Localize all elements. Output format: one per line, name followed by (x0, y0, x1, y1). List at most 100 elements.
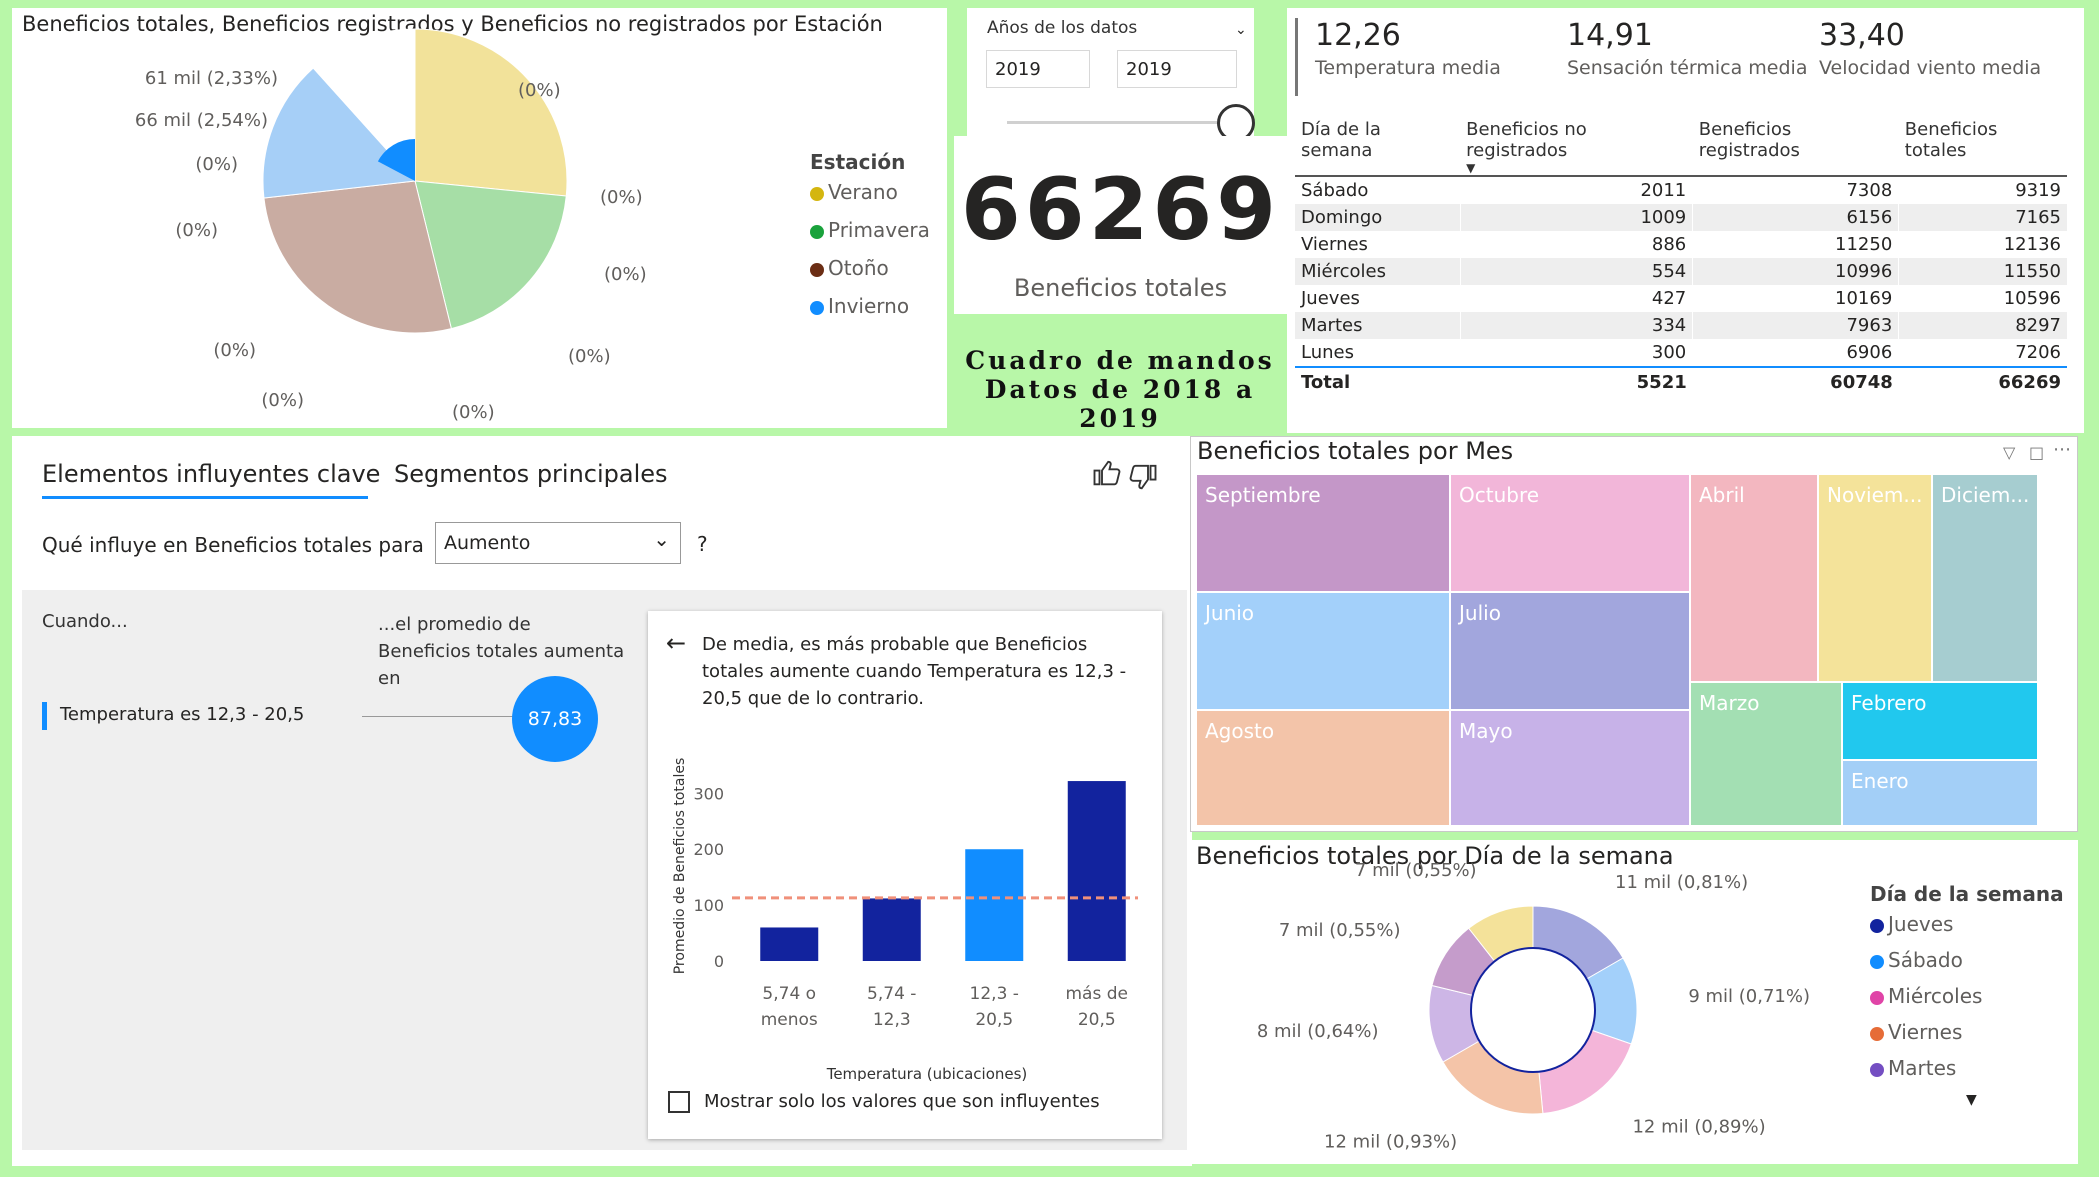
table-header[interactable]: Beneficios registrados (1693, 113, 1899, 176)
treemap-tile[interactable]: Mayo (1451, 711, 1689, 825)
legend-label: Invierno (828, 294, 910, 318)
treemap-tile[interactable]: Febrero (1843, 683, 2037, 759)
donut-legend-item[interactable]: Miércoles (1870, 984, 2064, 1008)
station-pie-chart[interactable]: 61 mil (2,33%) 66 mil (2,54%) (0%) (0%) (0%)… (12, 8, 947, 428)
metric-card: 33,40 Velocidad viento media (1819, 18, 2041, 79)
donut-legend-item[interactable]: Sábado (1870, 948, 2064, 972)
pie-slice[interactable] (414, 28, 568, 197)
table-cell: 10996 (1692, 258, 1900, 285)
legend-label: Jueves (1888, 912, 1954, 936)
slicer-to-input[interactable]: 2019 (1117, 50, 1237, 88)
table-row[interactable]: Viernes 886 11250 12136 (1295, 231, 2067, 258)
table-row[interactable]: Sábado 2011 7308 9319 (1295, 176, 2067, 204)
metric-label: Sensación térmica media (1567, 57, 1808, 79)
pie-legend-item[interactable]: Invierno (810, 294, 930, 318)
table-cell: 554 (1460, 258, 1694, 285)
donut-legend: Día de la semana Jueves Sábado Miércoles Vi… (1870, 882, 2064, 1108)
metric-label: Velocidad viento media (1819, 57, 2042, 79)
filter-icon[interactable]: ▽ (2003, 443, 2015, 462)
table-header[interactable]: Beneficios totales (1899, 113, 2067, 176)
table-row[interactable]: Domingo 1009 6156 7165 (1295, 204, 2067, 231)
influential-only-checkbox[interactable] (668, 1091, 690, 1113)
x-tick-label: 5,74 o (762, 984, 816, 1004)
cards-panel: 12,26 Temperatura media 14,91 Sensación tér… (1287, 8, 2084, 103)
tab-top-segments[interactable]: Segmentos principales (394, 460, 668, 488)
table-row[interactable]: Lunes 300 6906 7206 (1295, 339, 2067, 367)
pie-legend-item[interactable]: Otoño (810, 256, 930, 280)
table-row[interactable]: Jueves 427 10169 10596 (1295, 285, 2067, 312)
metric-value: 12,26 (1315, 18, 1401, 53)
legend-label: Primavera (828, 218, 930, 242)
bar[interactable] (760, 927, 819, 961)
table-cell: 10169 (1692, 285, 1900, 312)
legend-color (810, 224, 824, 239)
table-cell: Martes (1295, 312, 1461, 339)
x-tick-label: más de (1066, 984, 1129, 1004)
focus-mode-icon[interactable]: □ (2029, 443, 2044, 462)
legend-color (810, 300, 824, 315)
treemap-tile[interactable]: Julio (1451, 593, 1689, 709)
pie-data-label: (0%) (261, 390, 304, 411)
back-arrow-icon[interactable]: ← (666, 629, 686, 657)
table-cell: 1009 (1460, 204, 1694, 231)
treemap-tile[interactable]: Diciem... (1933, 475, 2037, 681)
influencer-question: Qué influye en Beneficios totales para (42, 533, 424, 557)
treemap-tile[interactable]: Marzo (1691, 683, 1841, 825)
bar[interactable] (862, 898, 921, 961)
chevron-down-icon[interactable]: ⌄ (1235, 22, 1247, 38)
bar[interactable] (1067, 781, 1126, 961)
weekday-donut-chart[interactable]: 11 mil (0,81%) 9 mil (0,71%) 12 mil (0,89%… (1190, 840, 1830, 1164)
x-tick-label: 20,5 (975, 1010, 1013, 1030)
donut-data-label: 7 mil (0,55%) (1355, 860, 1477, 881)
donut-hole (1470, 947, 1596, 1073)
donut-data-label: 8 mil (0,64%) (1257, 1021, 1379, 1042)
table-header[interactable]: Beneficios no registrados ▼ (1460, 113, 1693, 176)
help-icon[interactable]: ? (697, 532, 708, 556)
metric-label: Temperatura media (1315, 57, 1501, 79)
treemap-tile[interactable]: Enero (1843, 761, 2037, 825)
table-row[interactable]: Martes 334 7963 8297 (1295, 312, 2067, 339)
treemap-tile[interactable]: Noviem... (1819, 475, 1931, 681)
donut-legend-item[interactable]: Martes (1870, 1056, 2064, 1080)
table-cell: 10596 (2003, 288, 2061, 309)
thumbs-down-icon[interactable] (1128, 462, 1158, 492)
table-cell: 11250 (1692, 231, 1900, 258)
influence-direction-dropdown[interactable]: Aumento ⌄ (435, 522, 681, 564)
treemap-label: Junio (1205, 601, 1255, 625)
treemap-tile[interactable]: Agosto (1197, 711, 1449, 825)
table-cell: 886 (1460, 231, 1694, 258)
donut-legend-item[interactable]: Jueves (1870, 912, 2064, 936)
table-cell: 7308 (1692, 176, 1900, 204)
legend-scroll-down-icon[interactable]: ▼ (1966, 1092, 2064, 1108)
pie-legend-item[interactable]: Verano (810, 180, 930, 204)
weekday-table-panel: Día de la semana Beneficios no registrado… (1287, 103, 2084, 433)
donut-data-label: 7 mil (0,55%) (1279, 920, 1401, 941)
table-row[interactable]: Miércoles 554 10996 11550 (1295, 258, 2067, 285)
thumbs-up-icon[interactable] (1092, 458, 1122, 488)
x-tick-label: menos (761, 1010, 818, 1030)
legend-label: Martes (1888, 1056, 1957, 1080)
tab-key-influencers[interactable]: Elementos influyentes clave (42, 460, 380, 488)
table-total-cell: 66269 (1998, 372, 2061, 393)
pie-legend-item[interactable]: Primavera (810, 218, 930, 242)
impact-bubble[interactable]: 87,83 (512, 676, 598, 762)
table-cell: Miércoles (1295, 258, 1461, 285)
table-header[interactable]: Día de la semana (1295, 113, 1460, 176)
metric-value: 33,40 (1819, 18, 1905, 53)
treemap-tile[interactable]: Octubre (1451, 475, 1689, 591)
more-options-icon[interactable]: ⋯ (2053, 439, 2071, 460)
weekday-table: Día de la semana Beneficios no registrado… (1295, 113, 2067, 397)
treemap-label: Febrero (1851, 691, 1927, 715)
treemap-tile[interactable]: Abril (1691, 475, 1817, 681)
treemap-tile[interactable]: Junio (1197, 593, 1449, 709)
slicer-from-input[interactable]: 2019 (986, 50, 1090, 88)
temperature-bar-chart[interactable]: 0 100 200 300 Promedio de Beneficios totales… (648, 751, 1162, 1081)
donut-legend-item[interactable]: Viernes (1870, 1020, 2064, 1044)
table-cell: Lunes (1295, 339, 1461, 367)
bar[interactable] (965, 849, 1024, 961)
cards-left-bar (1295, 18, 1298, 96)
y-tick-label: 100 (693, 896, 724, 915)
legend-color (1870, 954, 1884, 969)
legend-color (1870, 990, 1884, 1005)
treemap-tile[interactable]: Septiembre (1197, 475, 1449, 591)
